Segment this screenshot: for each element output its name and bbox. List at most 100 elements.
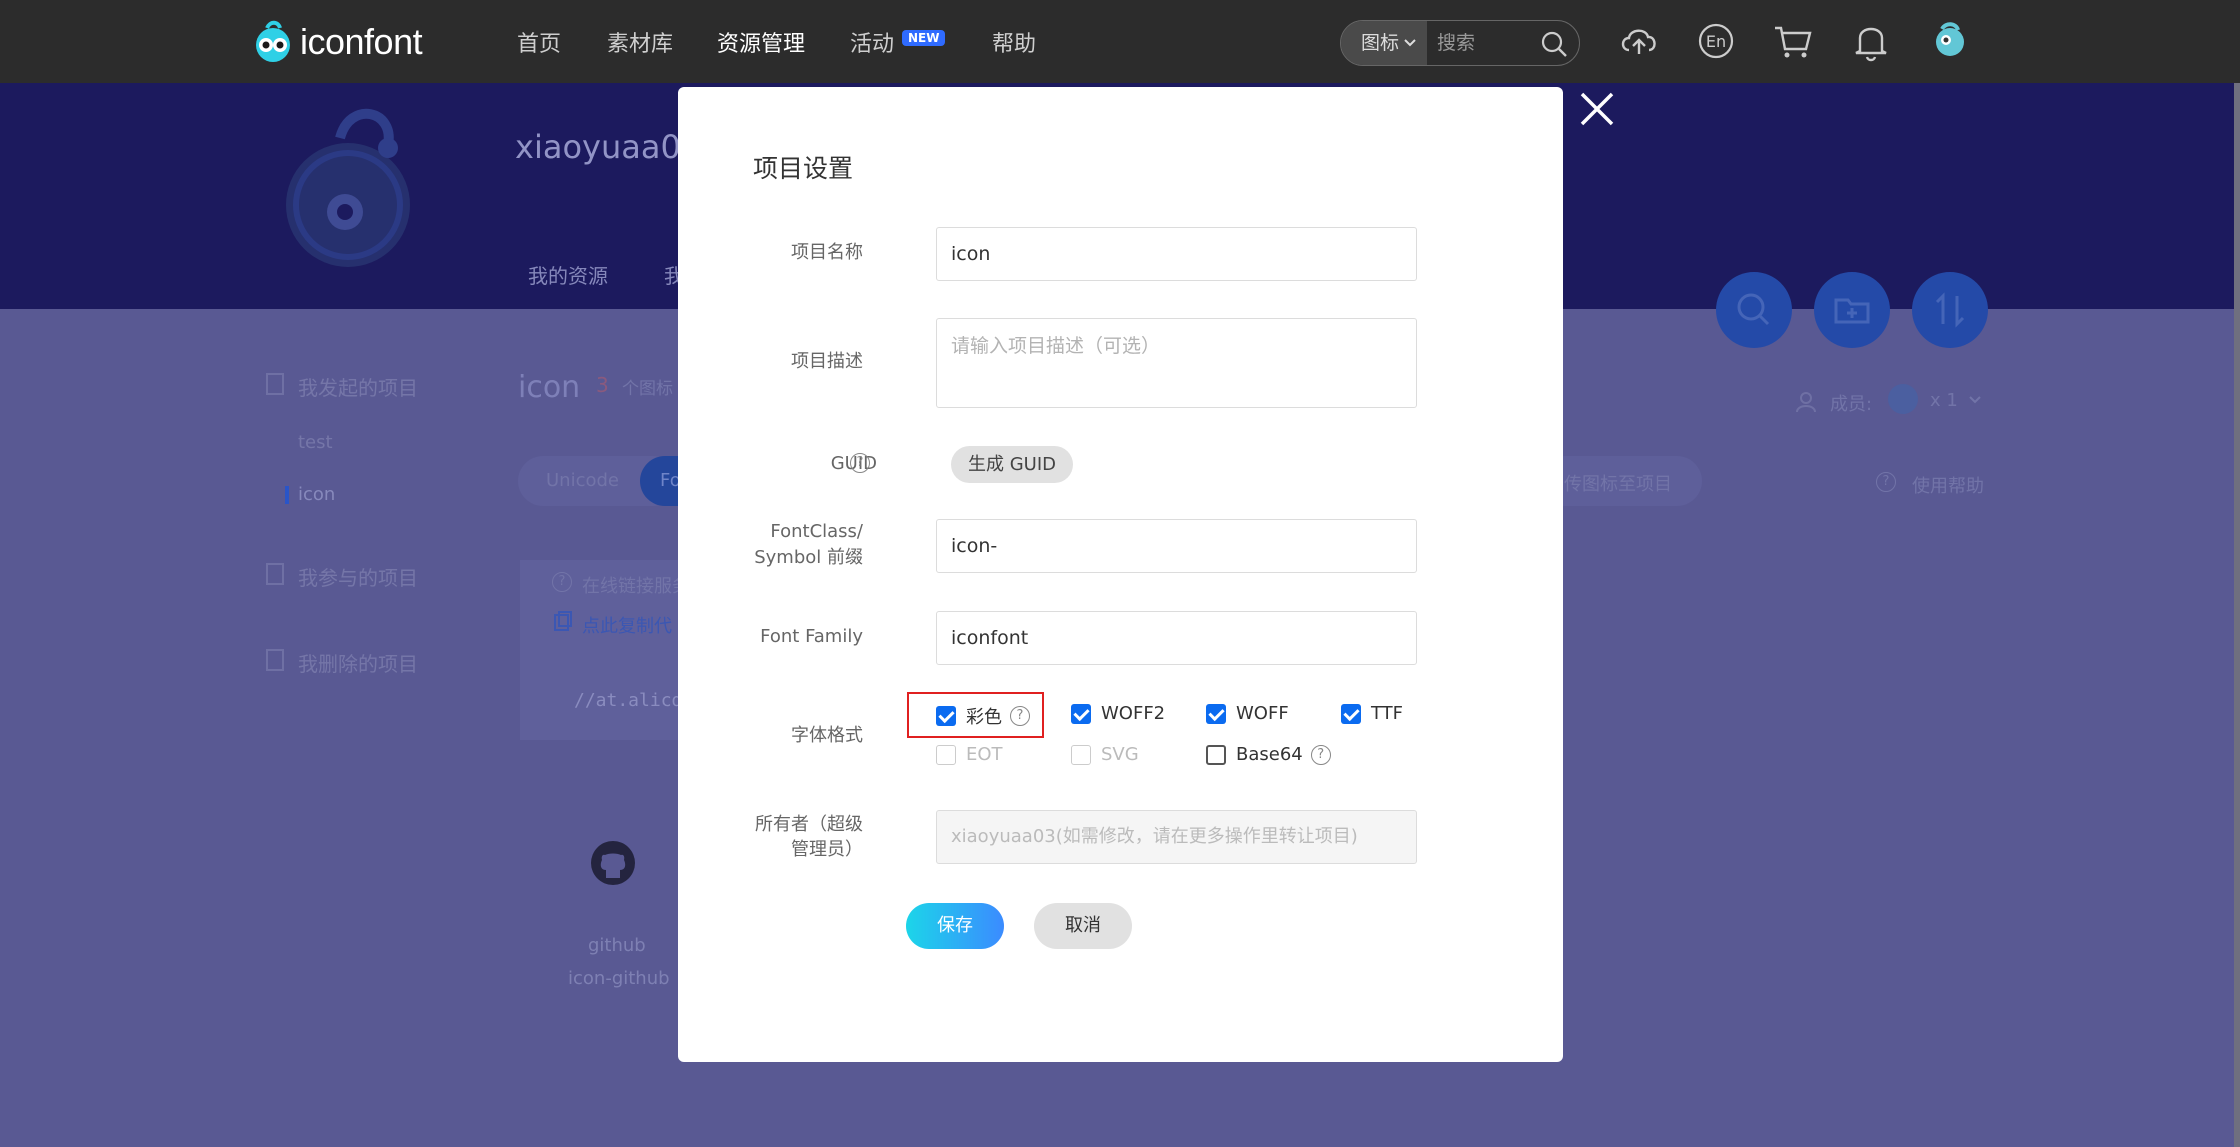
chevron-down-icon[interactable] — [1968, 394, 1982, 406]
search-fab[interactable] — [1716, 272, 1792, 348]
online-link-note: 在线链接服务 — [582, 576, 690, 597]
color-help-icon[interactable]: ? — [1010, 706, 1030, 726]
tab-my-resources[interactable]: 我的资源 — [528, 260, 608, 289]
modal-title: 项目设置 — [753, 154, 854, 183]
checkbox-disabled — [936, 744, 956, 765]
format-eot-checkbox: EOT — [936, 744, 1003, 765]
format-woff-checkbox[interactable]: WOFF — [1206, 703, 1289, 724]
profile-username: xiaoyuaa03 — [515, 128, 702, 166]
format-color-label: 彩色 — [966, 707, 1002, 728]
copy-code-link[interactable]: 点此复制代 — [582, 612, 672, 638]
sidebar-participated-projects[interactable]: 我参与的项目 — [298, 562, 418, 591]
checkbox-checked[interactable] — [1206, 703, 1226, 724]
sidebar-project-icon[interactable]: icon — [298, 484, 335, 505]
iconfont-logo-icon — [256, 20, 290, 62]
chevron-down-icon — [1404, 39, 1416, 47]
close-icon[interactable] — [1578, 90, 1616, 128]
format-ttf-checkbox[interactable]: TTF — [1341, 703, 1403, 724]
checkbox-unchecked[interactable] — [1206, 744, 1226, 765]
owner-label-line2: 管理员） — [791, 839, 863, 860]
project-desc-label: 项目描述 — [791, 351, 863, 372]
format-base64-label: Base64 — [1236, 744, 1303, 765]
nav-home[interactable]: 首页 — [517, 26, 561, 58]
segment-unicode[interactable]: Unicode — [546, 470, 619, 491]
format-svg-label: SVG — [1101, 744, 1139, 765]
guid-help-icon[interactable]: ? — [850, 453, 870, 473]
format-base64-checkbox[interactable]: Base64 ? — [1206, 744, 1331, 765]
cancel-button[interactable]: 取消 — [1034, 903, 1132, 949]
members-label: 成员: — [1830, 394, 1873, 415]
font-format-label: 字体格式 — [791, 725, 863, 746]
owner-label-line1: 所有者（超级 — [755, 814, 863, 835]
format-color-checkbox[interactable]: 彩色 ? — [936, 703, 1030, 729]
prefix-label-line1: FontClass/ — [770, 521, 863, 542]
top-navbar: iconfont 首页 素材库 资源管理 活动 NEW 帮助 图标 En — [0, 0, 2240, 83]
upload-to-project-button[interactable]: 传图标至项目 — [1540, 456, 1702, 506]
active-indicator — [285, 486, 289, 504]
prefix-input[interactable]: icon- — [936, 519, 1417, 573]
member-avatar — [1888, 384, 1918, 414]
sidebar-my-projects[interactable]: 我发起的项目 — [298, 372, 418, 401]
usage-help-link[interactable]: 使用帮助 — [1912, 472, 1984, 498]
search-box: 图标 — [1340, 20, 1580, 66]
github-icon[interactable] — [590, 840, 636, 886]
nav-help[interactable]: 帮助 — [992, 26, 1036, 58]
nav-resource-management[interactable]: 资源管理 — [717, 26, 805, 58]
bell-icon[interactable] — [1852, 20, 1890, 62]
logo-text: iconfont — [300, 21, 423, 62]
format-woff-label: WOFF — [1236, 703, 1289, 724]
format-eot-label: EOT — [966, 744, 1003, 765]
checkbox-checked[interactable] — [1341, 703, 1361, 724]
checkbox-checked[interactable] — [1071, 703, 1091, 724]
members-count: x 1 — [1930, 390, 1958, 411]
info-icon: ? — [552, 572, 572, 592]
upload-to-project-label: 传图标至项目 — [1564, 474, 1672, 495]
project-title: icon — [518, 370, 581, 405]
new-badge: NEW — [902, 30, 946, 46]
project-icon-count: 3 — [596, 373, 609, 397]
format-ttf-label: TTF — [1371, 703, 1404, 724]
sidebar-deleted-projects[interactable]: 我删除的项目 — [298, 648, 418, 677]
search-type-label: 图标 — [1361, 32, 1400, 54]
search-icon — [1737, 293, 1770, 326]
format-woff2-checkbox[interactable]: WOFF2 — [1071, 703, 1165, 724]
page-scrollbar[interactable] — [2234, 83, 2240, 1147]
project-desc-textarea[interactable]: 请输入项目描述（可选） — [936, 318, 1417, 408]
sort-icon — [1935, 292, 1965, 328]
format-svg-checkbox: SVG — [1071, 744, 1139, 765]
search-type-select[interactable]: 图标 — [1341, 21, 1427, 65]
project-name-input[interactable]: icon — [936, 227, 1417, 281]
logo[interactable]: iconfont — [250, 18, 423, 66]
github-title: github — [588, 935, 646, 956]
project-settings-modal: 项目设置 项目名称 icon 项目描述 请输入项目描述（可选） GUID ? 生… — [678, 87, 1563, 1062]
nav-activity[interactable]: 活动 — [850, 26, 894, 58]
font-family-input[interactable]: iconfont — [936, 611, 1417, 665]
language-en-icon[interactable]: En — [1696, 20, 1736, 60]
members-icon — [1796, 392, 1816, 413]
copy-icon — [554, 611, 572, 631]
project-name-label: 项目名称 — [791, 242, 863, 263]
search-input[interactable] — [1437, 29, 1533, 57]
checkbox-checked[interactable] — [936, 706, 956, 726]
generate-guid-button[interactable]: 生成 GUID — [951, 446, 1073, 483]
project-list-icon — [266, 373, 284, 395]
user-avatar[interactable] — [1930, 20, 1970, 62]
sort-fab[interactable] — [1912, 272, 1988, 348]
font-family-label: Font Family — [760, 626, 863, 647]
nav-library[interactable]: 素材库 — [607, 26, 673, 58]
base64-help-icon[interactable]: ? — [1310, 744, 1331, 765]
svg-text:En: En — [1706, 32, 1726, 51]
new-folder-fab[interactable] — [1814, 272, 1890, 348]
sidebar-project-test[interactable]: test — [298, 432, 333, 453]
cart-icon[interactable] — [1772, 20, 1814, 62]
checkbox-disabled — [1071, 744, 1091, 765]
owner-input: xiaoyuaa03(如需修改，请在更多操作里转让项目) — [936, 810, 1417, 864]
prefix-label-line2: Symbol 前缀 — [754, 547, 863, 568]
upload-cloud-icon[interactable] — [1618, 20, 1660, 62]
deleted-icon — [266, 649, 284, 671]
profile-avatar — [286, 108, 410, 267]
save-button[interactable]: 保存 — [906, 903, 1004, 949]
folder-add-icon — [1834, 298, 1870, 324]
participated-icon — [266, 563, 284, 585]
search-icon[interactable] — [1539, 29, 1569, 59]
